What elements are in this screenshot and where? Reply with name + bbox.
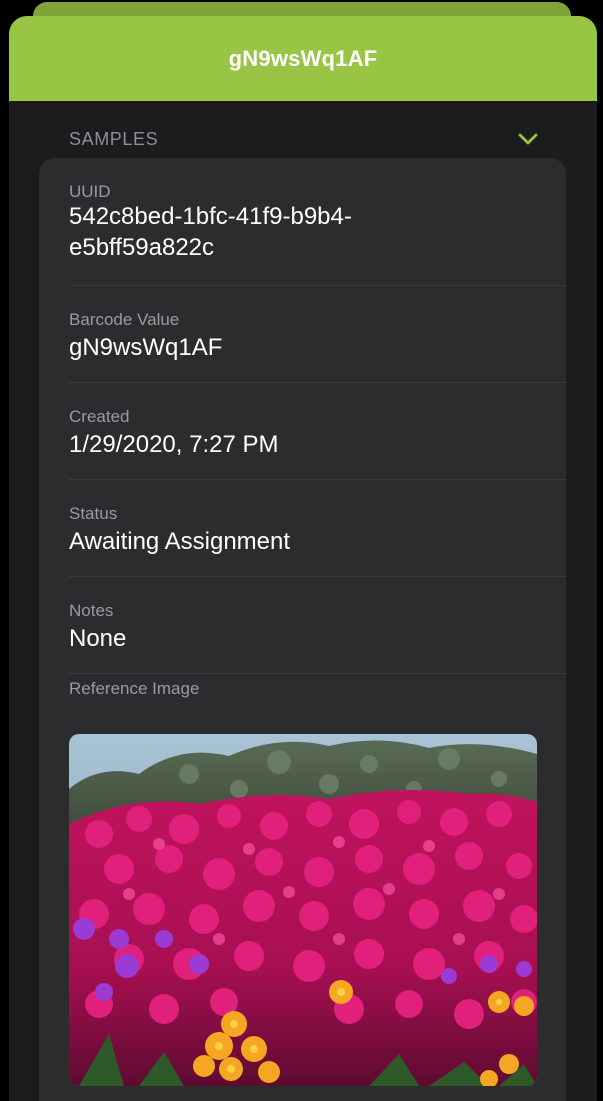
sheet-header[interactable]: gN9wsWq1AF [9, 16, 597, 101]
sample-detail-sheet: gN9wsWq1AF SAMPLES UUID 542c8bed-1bfc-41… [9, 16, 597, 1101]
barcode-label: Barcode Value [69, 310, 180, 329]
uuid-row: UUID 542c8bed-1bfc-41f9-b9b4-e5bff59a822… [69, 158, 566, 286]
notes-row: Notes None [69, 577, 566, 674]
reference-image-label: Reference Image [69, 679, 200, 698]
barcode-value: gN9wsWq1AF [69, 334, 223, 361]
created-value: 1/29/2020, 7:27 PM [69, 431, 279, 458]
sample-details-card: UUID 542c8bed-1bfc-41f9-b9b4-e5bff59a822… [39, 158, 566, 1101]
notes-label: Notes [69, 601, 114, 620]
created-label: Created [69, 407, 130, 426]
samples-section-header[interactable]: SAMPLES [9, 101, 597, 159]
chevron-down-icon[interactable] [517, 131, 539, 147]
status-row: Status Awaiting Assignment [69, 480, 566, 577]
reference-image[interactable] [69, 734, 537, 1086]
barcode-row: Barcode Value gN9wsWq1AF [69, 286, 566, 383]
uuid-value: 542c8bed-1bfc-41f9-b9b4-e5bff59a822c [69, 203, 352, 261]
sheet-title: gN9wsWq1AF [228, 45, 378, 71]
flower-photo [69, 734, 537, 1086]
uuid-label: UUID [69, 182, 111, 201]
status-label: Status [69, 504, 118, 523]
section-title: SAMPLES [69, 129, 159, 149]
notes-value: None [69, 625, 127, 652]
created-row: Created 1/29/2020, 7:27 PM [69, 383, 566, 480]
status-value: Awaiting Assignment [69, 528, 291, 555]
